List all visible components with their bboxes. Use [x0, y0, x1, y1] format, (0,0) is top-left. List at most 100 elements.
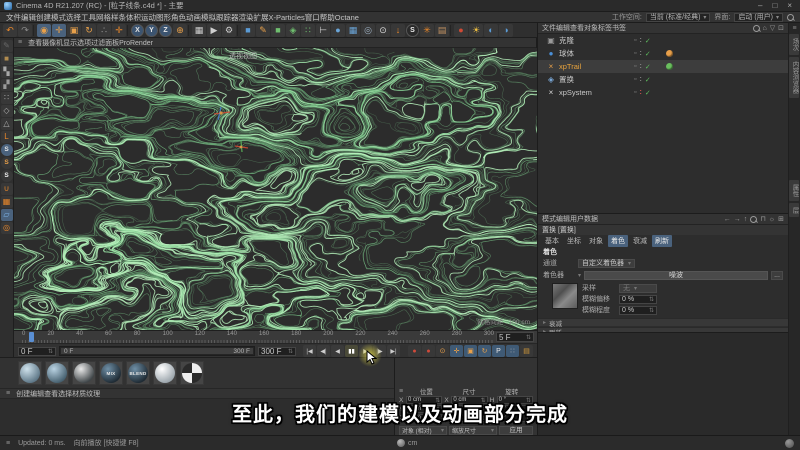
toolbar-icon[interactable]: ◈ — [286, 23, 300, 37]
menu-item[interactable]: 体积 — [126, 13, 141, 22]
maximize-button[interactable]: □ — [772, 1, 777, 10]
toolbar-icon[interactable]: ▣ — [67, 23, 81, 37]
record-button[interactable]: ▤ — [520, 345, 533, 357]
object-manager-menu-item[interactable]: 对象 — [584, 25, 598, 32]
toolbar-icon[interactable]: ↓ — [391, 23, 405, 37]
layer-toggle[interactable]: ▫ — [634, 89, 636, 96]
material-swatch[interactable]: BLEND — [126, 361, 150, 385]
palette-icon[interactable]: ∷ — [0, 92, 13, 104]
toolbar-icon[interactable]: ∴ — [97, 23, 111, 37]
toolbar-icon[interactable]: ✳ — [420, 23, 434, 37]
layer-toggle[interactable]: ▫ — [634, 76, 636, 83]
toolbar-icon[interactable]: ⊙ — [376, 23, 390, 37]
toolbar-icon[interactable]: ⊕ — [173, 23, 187, 37]
toolbar-icon[interactable]: ◑ — [499, 23, 513, 37]
up-arrow-icon[interactable]: ↑ — [744, 216, 748, 223]
attribute-tab[interactable]: 刷新 — [652, 235, 672, 247]
toolbar-icon[interactable] — [127, 24, 130, 36]
object-row[interactable]: × xpTrail ▫ : ✓ — [538, 60, 788, 73]
visibility-dots[interactable]: : — [639, 50, 641, 57]
enabled-check-icon[interactable]: ✓ — [645, 89, 651, 97]
menu-item[interactable]: X-Particles — [269, 13, 305, 22]
toolbar-icon[interactable]: ■ — [241, 23, 255, 37]
palette-icon[interactable]: ▚ — [0, 66, 13, 78]
record-button[interactable]: P — [492, 345, 505, 357]
status-menu-icon[interactable]: ≡ — [6, 440, 10, 447]
viewport-menu-icon[interactable]: ≡ — [18, 39, 22, 46]
shader-expand-icon[interactable]: ▾ — [578, 272, 581, 279]
record-button[interactable]: ▣ — [464, 345, 477, 357]
object-manager-menu-item[interactable]: 书签 — [612, 25, 626, 32]
apply-button[interactable]: 应用 — [499, 426, 533, 435]
menu-item[interactable]: 角色 — [171, 13, 186, 22]
record-button[interactable]: ● — [408, 345, 421, 357]
blur-offset-field[interactable]: 0 % ⇅ — [619, 294, 657, 304]
toolbar-icon[interactable]: S — [406, 23, 419, 37]
channel-select[interactable]: 自定义着色器 ▾ — [578, 258, 636, 268]
toolbar-icon[interactable] — [450, 24, 453, 36]
filter-icon[interactable]: ▽ — [770, 24, 775, 32]
palette-icon[interactable]: ■ — [0, 53, 13, 65]
minimize-button[interactable]: – — [758, 1, 762, 10]
menu-item[interactable]: Octane — [335, 13, 359, 22]
home-icon[interactable]: ⌂ — [763, 25, 767, 32]
palette-icon[interactable]: ◇ — [0, 105, 13, 117]
record-button[interactable]: ● — [422, 345, 435, 357]
menu-item[interactable]: 工具 — [81, 13, 96, 22]
palette-icon[interactable]: S — [0, 170, 13, 182]
side-tab[interactable]: 属性 — [789, 179, 799, 201]
status-right-icon[interactable] — [785, 438, 794, 448]
search-icon[interactable] — [752, 24, 760, 32]
palette-icon[interactable]: ∪ — [0, 183, 13, 195]
toolbar-icon[interactable]: ✛ — [112, 23, 126, 37]
timeline-ruler[interactable]: 0 20 40 60 80 100 120 140 160 180 200 220 240 260 280 3… — [14, 331, 537, 344]
viewport-menu-item[interactable]: 摄像机 — [42, 40, 63, 47]
menu-item[interactable]: 文件 — [6, 13, 21, 22]
close-button[interactable]: × — [787, 1, 792, 10]
palette-icon[interactable]: △ — [0, 118, 13, 130]
menu-item[interactable]: 渲染 — [239, 13, 254, 22]
object-row[interactable]: × xpSystem ▫ : ✓ — [538, 86, 788, 99]
viewport-menu-item[interactable]: ProRender — [119, 40, 153, 47]
axis-gizmo[interactable] — [212, 106, 232, 122]
toolbar-icon[interactable]: ● — [454, 23, 468, 37]
shader-preview[interactable] — [552, 283, 578, 309]
menu-item[interactable]: 帮助 — [320, 13, 335, 22]
menu-item[interactable]: 模拟 — [201, 13, 216, 22]
toolbar-icon[interactable]: Z — [159, 23, 172, 37]
layer-toggle[interactable]: ▫ — [634, 37, 636, 44]
toolbar-icon[interactable]: ● — [331, 23, 345, 37]
enabled-check-icon[interactable]: ✓ — [645, 76, 651, 84]
material-swatch[interactable] — [72, 361, 96, 385]
toolbar-icon[interactable]: ☀ — [469, 23, 483, 37]
object-row[interactable]: ● 球体 ▫ : ✓ — [538, 47, 788, 60]
material-swatch[interactable] — [180, 361, 204, 385]
side-tab[interactable]: 内容浏览器 — [789, 57, 799, 98]
toolbar-icon[interactable]: ◐ — [484, 23, 498, 37]
material-menu-item[interactable]: 编辑 — [30, 391, 44, 398]
object-row[interactable]: ▣ 克隆 ▫ : ✓ — [538, 34, 788, 47]
menu-item[interactable]: 样条 — [111, 13, 126, 22]
object-manager-menu-item[interactable]: 标签 — [598, 25, 612, 32]
toolbar-icon[interactable] — [237, 24, 240, 36]
object-manager-menu-item[interactable]: 文件 — [542, 25, 556, 32]
record-button[interactable]: ∷ — [506, 345, 519, 357]
toolbar-icon[interactable]: ↻ — [82, 23, 96, 37]
palette-icon[interactable]: S — [0, 144, 13, 156]
side-tab[interactable]: 场次 — [789, 34, 799, 55]
side-tab[interactable]: 层 — [789, 202, 799, 217]
range-end-field[interactable]: 300 F ⇅ — [258, 346, 296, 356]
toolbar-icon[interactable]: ↶ — [3, 23, 17, 37]
palette-icon[interactable]: ▞ — [0, 79, 13, 91]
enabled-check-icon[interactable]: ✓ — [645, 50, 651, 58]
viewport-menu-item[interactable]: 显示 — [63, 40, 77, 47]
attribute-menu-item[interactable]: 编辑 — [556, 216, 570, 223]
panel-icon[interactable]: ⊡ — [778, 24, 784, 32]
transport-button[interactable]: ▮▮ — [345, 345, 358, 357]
viewport-menu-item[interactable]: 面板 — [105, 40, 119, 47]
menu-item[interactable]: 扩展 — [254, 13, 269, 22]
material-tag-icon[interactable] — [666, 63, 673, 70]
palette-icon[interactable]: ▱ — [0, 209, 13, 221]
material-swatch[interactable]: MIX — [99, 361, 123, 385]
coord-mode-select[interactable]: 对象 (相对) ▾ — [399, 426, 447, 435]
